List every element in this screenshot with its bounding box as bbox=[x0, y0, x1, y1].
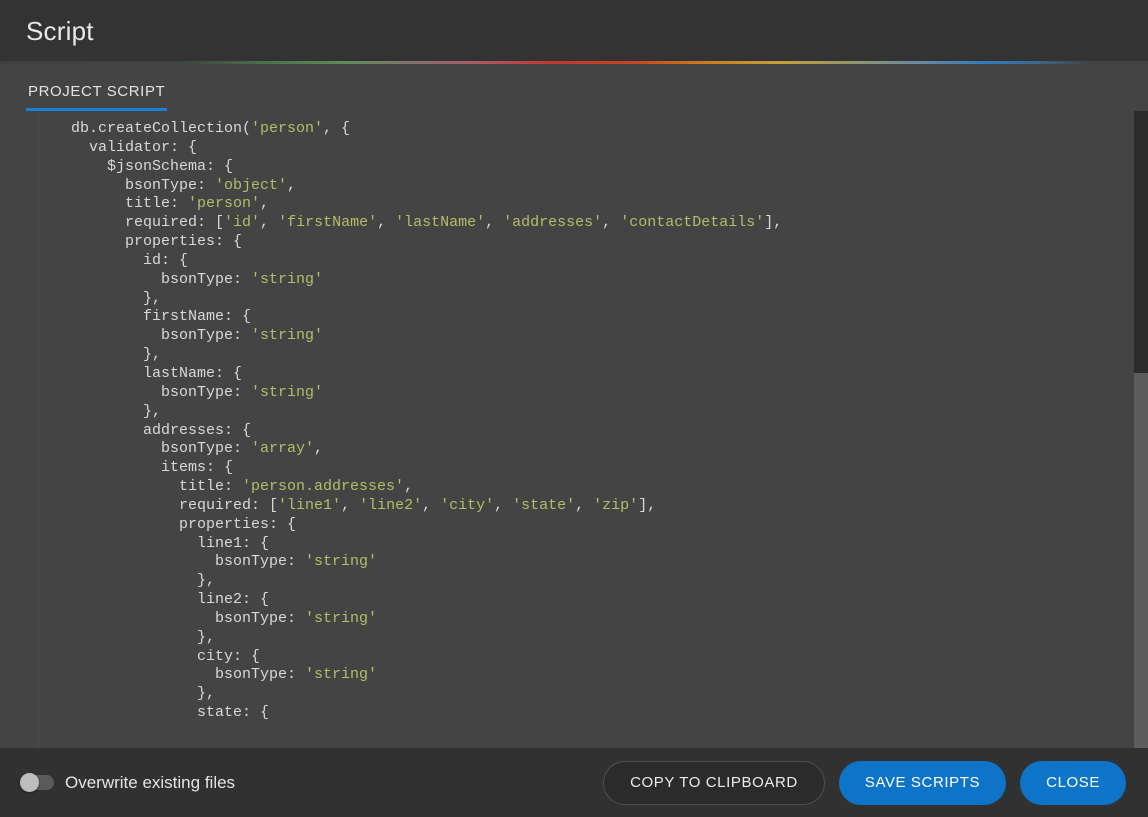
gradient-divider bbox=[0, 61, 1148, 64]
editor-scrollbar[interactable] bbox=[1134, 111, 1148, 748]
tab-label: PROJECT SCRIPT bbox=[28, 83, 166, 100]
scrollbar-thumb[interactable] bbox=[1134, 111, 1148, 373]
script-code[interactable]: db.createCollection('person', { validato… bbox=[39, 120, 1148, 723]
editor-viewport: db.createCollection('person', { validato… bbox=[39, 111, 1148, 748]
dialog-header: Script bbox=[0, 0, 1148, 64]
script-editor[interactable]: db.createCollection('person', { validato… bbox=[0, 111, 1148, 748]
copy-to-clipboard-button[interactable]: COPY TO CLIPBOARD bbox=[603, 760, 825, 805]
page-title: Script bbox=[26, 15, 94, 46]
toggle-knob[interactable] bbox=[20, 773, 39, 792]
script-dialog: Script PROJECT SCRIPT db.createCollectio… bbox=[0, 0, 1148, 817]
scrollbar-track-lower[interactable] bbox=[1134, 373, 1148, 748]
overwrite-existing-files-toggle[interactable]: Overwrite existing files bbox=[20, 773, 235, 793]
tab-project-script[interactable]: PROJECT SCRIPT bbox=[26, 83, 168, 111]
toggle-track[interactable] bbox=[20, 773, 54, 792]
close-button[interactable]: CLOSE bbox=[1020, 760, 1126, 805]
dialog-footer: Overwrite existing files COPY TO CLIPBOA… bbox=[0, 748, 1148, 817]
toggle-label: Overwrite existing files bbox=[65, 772, 236, 792]
tab-bar: PROJECT SCRIPT bbox=[0, 62, 1148, 111]
save-scripts-button[interactable]: SAVE SCRIPTS bbox=[838, 760, 1007, 805]
editor-gutter bbox=[0, 111, 39, 748]
